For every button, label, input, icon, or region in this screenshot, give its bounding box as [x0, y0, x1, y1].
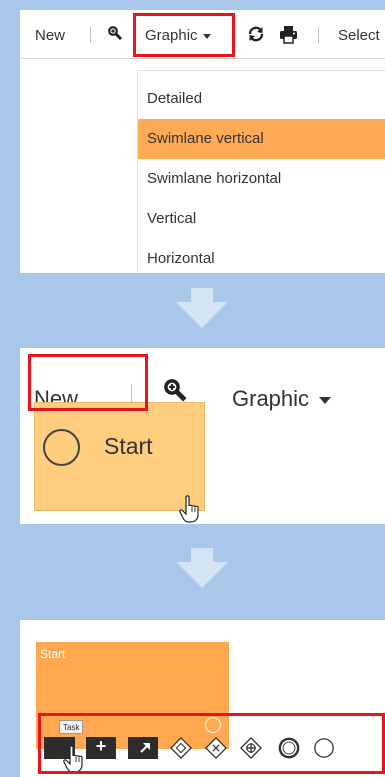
graphic-highlight-box: [133, 13, 235, 57]
new-highlight-box: [28, 354, 148, 411]
arrow-stem: [191, 548, 213, 563]
select-button[interactable]: Select: [338, 27, 380, 44]
hand-cursor-icon: [179, 495, 199, 523]
graphic-dropdown[interactable]: Graphic: [232, 386, 332, 412]
refresh-icon[interactable]: [247, 25, 265, 43]
toolbar-divider: [318, 27, 319, 43]
start-shape-label: Start: [40, 647, 66, 661]
arrow-stem: [191, 288, 213, 303]
start-option-label: Start: [104, 433, 153, 459]
start-event-icon: [43, 429, 80, 466]
arrow-down-icon: [176, 302, 228, 328]
menu-item-horizontal[interactable]: Horizontal: [138, 239, 385, 273]
menu-item-vertical[interactable]: Vertical: [138, 199, 385, 239]
menu-item-swimlane-horizontal[interactable]: Swimlane horizontal: [138, 159, 385, 199]
panel-new-menu: New Graphic Start: [20, 348, 385, 524]
menu-item-swimlane-vertical[interactable]: Swimlane vertical: [138, 119, 385, 159]
zoom-icon[interactable]: [164, 379, 188, 403]
menu-item-detailed[interactable]: Detailed: [138, 79, 385, 119]
print-icon[interactable]: [279, 25, 298, 44]
arrow-down-icon: [176, 562, 228, 588]
palette-highlight-box: [38, 713, 385, 774]
panel-graphic-menu: New Graphic Select Detailed Swimlane ver…: [20, 10, 385, 273]
new-button[interactable]: New: [35, 27, 65, 44]
zoom-icon[interactable]: [108, 26, 123, 41]
caret-down-icon: [319, 396, 332, 404]
panel-start-shape: Start + Task: [20, 620, 385, 777]
toolbar-divider: [90, 27, 91, 43]
graphic-dropdown-label: Graphic: [232, 386, 310, 411]
graphic-dropdown-menu: Detailed Swimlane vertical Swimlane hori…: [137, 70, 385, 273]
